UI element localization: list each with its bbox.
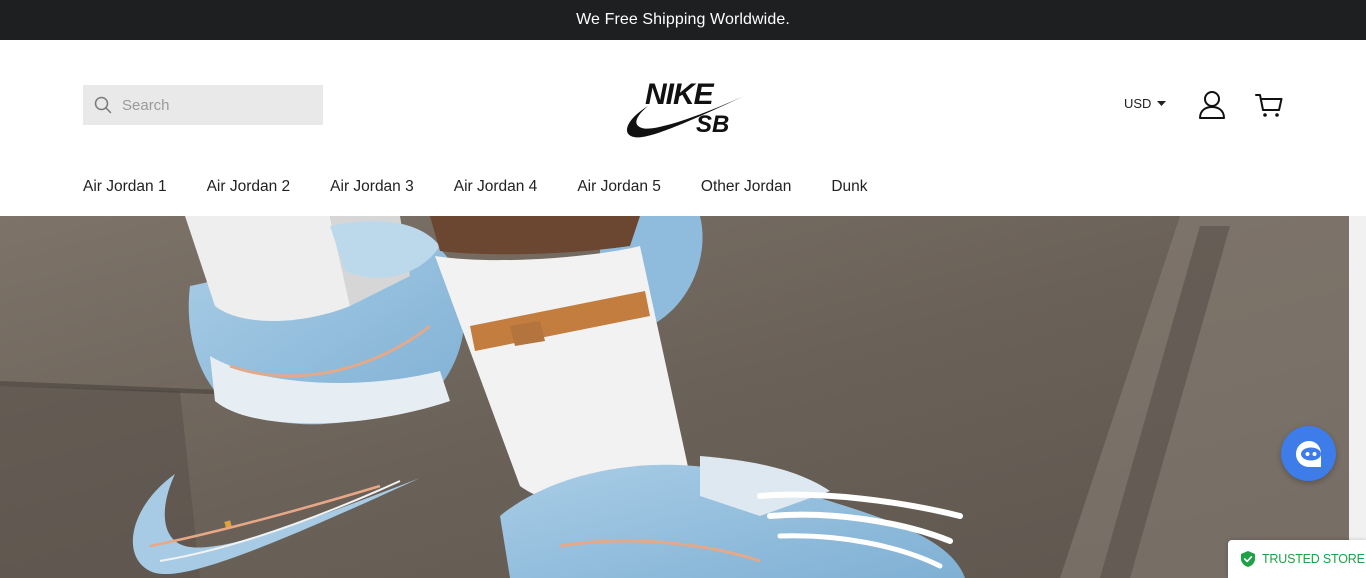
announcement-bar: We Free Shipping Worldwide. — [0, 0, 1366, 40]
logo-brand-text: NIKE — [645, 78, 715, 111]
hero-image — [0, 216, 1349, 578]
account-button[interactable] — [1198, 90, 1226, 120]
user-icon — [1199, 91, 1225, 119]
chat-button[interactable] — [1281, 426, 1336, 481]
shield-check-icon — [1241, 551, 1255, 567]
chat-bot-icon — [1295, 440, 1321, 467]
site-header: NIKE SB USD Air Jordan 1 Air Jordan 2 Ai… — [0, 40, 1366, 216]
search-bar[interactable] — [83, 85, 323, 125]
nike-sb-logo[interactable]: NIKE SB — [620, 74, 750, 140]
nav-item-air-jordan-4[interactable]: Air Jordan 4 — [454, 178, 538, 196]
currency-label: USD — [1124, 96, 1152, 111]
nav-item-other-jordan[interactable]: Other Jordan — [701, 178, 791, 196]
announcement-text: We Free Shipping Worldwide. — [576, 11, 790, 28]
search-icon — [94, 96, 112, 114]
nav-item-air-jordan-1[interactable]: Air Jordan 1 — [83, 178, 167, 196]
nav-item-dunk[interactable]: Dunk — [831, 178, 867, 196]
logo-sub-text: SB — [696, 111, 729, 138]
nav-item-air-jordan-2[interactable]: Air Jordan 2 — [207, 178, 291, 196]
main-nav: Air Jordan 1 Air Jordan 2 Air Jordan 3 A… — [83, 178, 908, 196]
hero-banner[interactable] — [0, 216, 1349, 578]
scrollbar-track[interactable] — [1349, 216, 1366, 578]
cart-button[interactable] — [1254, 90, 1284, 120]
nav-item-air-jordan-3[interactable]: Air Jordan 3 — [330, 178, 414, 196]
chevron-down-icon — [1157, 100, 1167, 106]
currency-selector[interactable]: USD — [1124, 96, 1167, 111]
nav-item-air-jordan-5[interactable]: Air Jordan 5 — [577, 178, 661, 196]
search-input[interactable] — [122, 96, 312, 114]
trusted-store-badge[interactable]: TRUSTED STORE — [1228, 540, 1366, 578]
trusted-store-label: TRUSTED STORE — [1262, 552, 1365, 566]
cart-icon — [1255, 94, 1283, 117]
